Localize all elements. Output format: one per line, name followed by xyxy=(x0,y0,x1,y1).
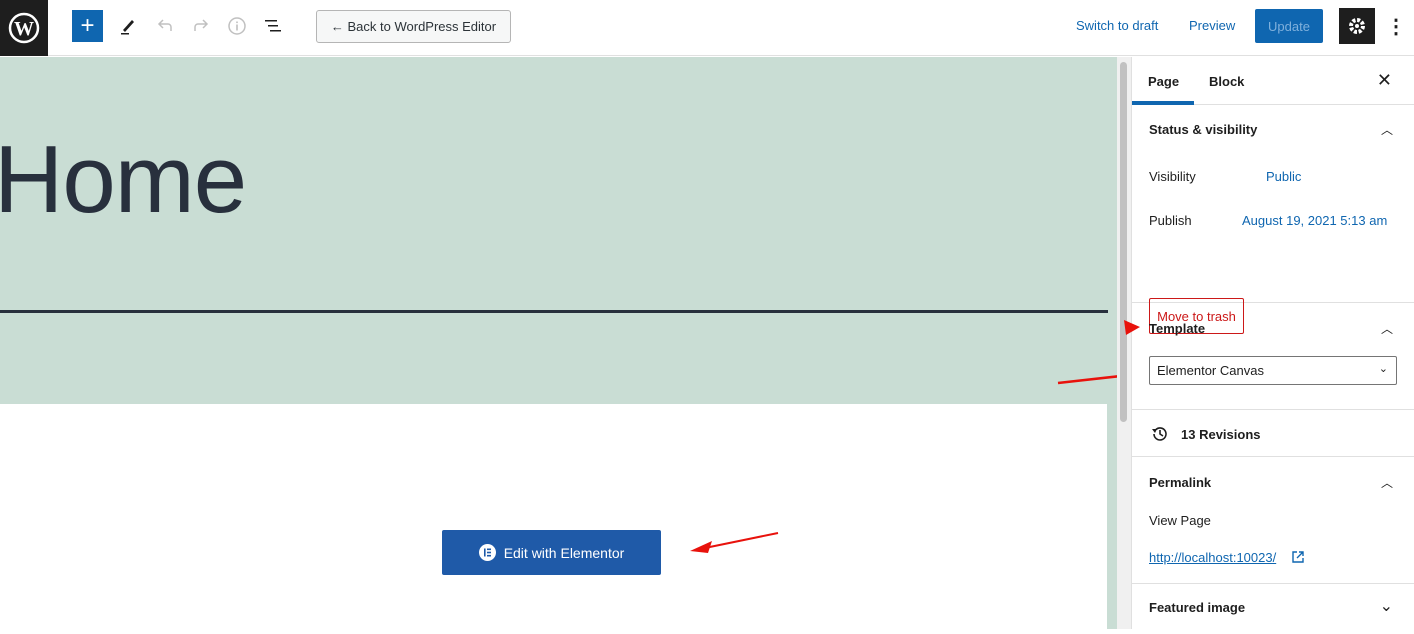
revisions-panel[interactable]: 13 Revisions xyxy=(1132,410,1414,457)
chevron-down-icon[interactable]: ⌄ xyxy=(1380,596,1393,616)
back-to-wordpress-editor-button[interactable]: ← Back to WordPress Editor xyxy=(316,10,511,43)
status-visibility-panel: Status & visibility ︿ Visibility Public … xyxy=(1132,105,1414,334)
wordpress-logo-button[interactable]: W xyxy=(0,0,48,56)
template-selected-value: Elementor Canvas xyxy=(1157,363,1264,378)
visibility-label: Visibility xyxy=(1149,169,1196,184)
publish-label: Publish xyxy=(1149,213,1192,228)
more-options-button[interactable]: ⋮ xyxy=(1386,14,1406,39)
template-select[interactable]: Elementor Canvas ⌄ xyxy=(1149,356,1397,385)
redo-icon[interactable] xyxy=(189,14,213,38)
annotation-arrows xyxy=(690,375,1117,553)
chevron-up-icon[interactable]: ︿ xyxy=(1381,121,1393,138)
tab-page[interactable]: Page xyxy=(1148,74,1179,89)
close-sidebar-button[interactable]: ✕ xyxy=(1377,70,1392,91)
update-button[interactable]: Update xyxy=(1255,9,1323,43)
panel-toggle[interactable]: Permalink xyxy=(1149,475,1211,490)
annotation-arrow xyxy=(699,532,779,550)
publish-date-button[interactable]: August 19, 2021 5:13 am xyxy=(1242,213,1387,228)
undo-icon[interactable] xyxy=(153,14,177,38)
revisions-link[interactable]: 13 Revisions xyxy=(1181,427,1261,442)
arrowhead xyxy=(690,541,712,553)
add-block-button[interactable]: + xyxy=(72,10,103,42)
chevron-up-icon[interactable]: ︿ xyxy=(1381,474,1393,491)
wordpress-icon: W xyxy=(8,12,40,44)
visibility-value-button[interactable]: Public xyxy=(1266,169,1301,184)
scrollbar-thumb[interactable] xyxy=(1120,62,1127,422)
info-icon[interactable] xyxy=(225,14,249,38)
editor-canvas: Home Edit with Elementor xyxy=(0,57,1117,634)
history-icon xyxy=(1152,427,1167,441)
gear-icon xyxy=(1349,18,1365,34)
sidebar-tabs: Page Block ✕ xyxy=(1132,57,1414,105)
settings-sidebar: Page Block ✕ Status & visibility ︿ Visib… xyxy=(1124,57,1414,629)
annotation-arrow xyxy=(1057,375,1117,385)
pencil-icon[interactable] xyxy=(116,14,140,38)
tab-block[interactable]: Block xyxy=(1209,74,1244,89)
canvas-scrollbar[interactable] xyxy=(1117,57,1131,629)
view-page-label: View Page xyxy=(1149,513,1211,528)
chevron-up-icon[interactable]: ︿ xyxy=(1381,320,1393,337)
settings-button[interactable] xyxy=(1339,8,1375,44)
list-view-icon[interactable] xyxy=(261,14,285,38)
preview-button[interactable]: Preview xyxy=(1189,18,1235,33)
panel-toggle[interactable]: Featured image xyxy=(1149,600,1245,615)
external-link-icon xyxy=(1292,551,1304,563)
top-toolbar: W + ← Back to WordPress Editor Switch to… xyxy=(0,0,1414,56)
permalink-panel: Permalink ︿ View Page http://localhost:1… xyxy=(1132,457,1414,584)
panel-toggle[interactable]: Template xyxy=(1149,321,1205,336)
chevron-down-icon: ⌄ xyxy=(1378,363,1388,375)
permalink-url-link[interactable]: http://localhost:10023/ xyxy=(1149,550,1276,565)
featured-image-panel: Featured image ⌄ xyxy=(1132,584,1414,634)
panel-toggle[interactable]: Status & visibility xyxy=(1149,122,1257,137)
switch-to-draft-button[interactable]: Switch to draft xyxy=(1076,18,1158,33)
svg-text:W: W xyxy=(14,18,34,40)
